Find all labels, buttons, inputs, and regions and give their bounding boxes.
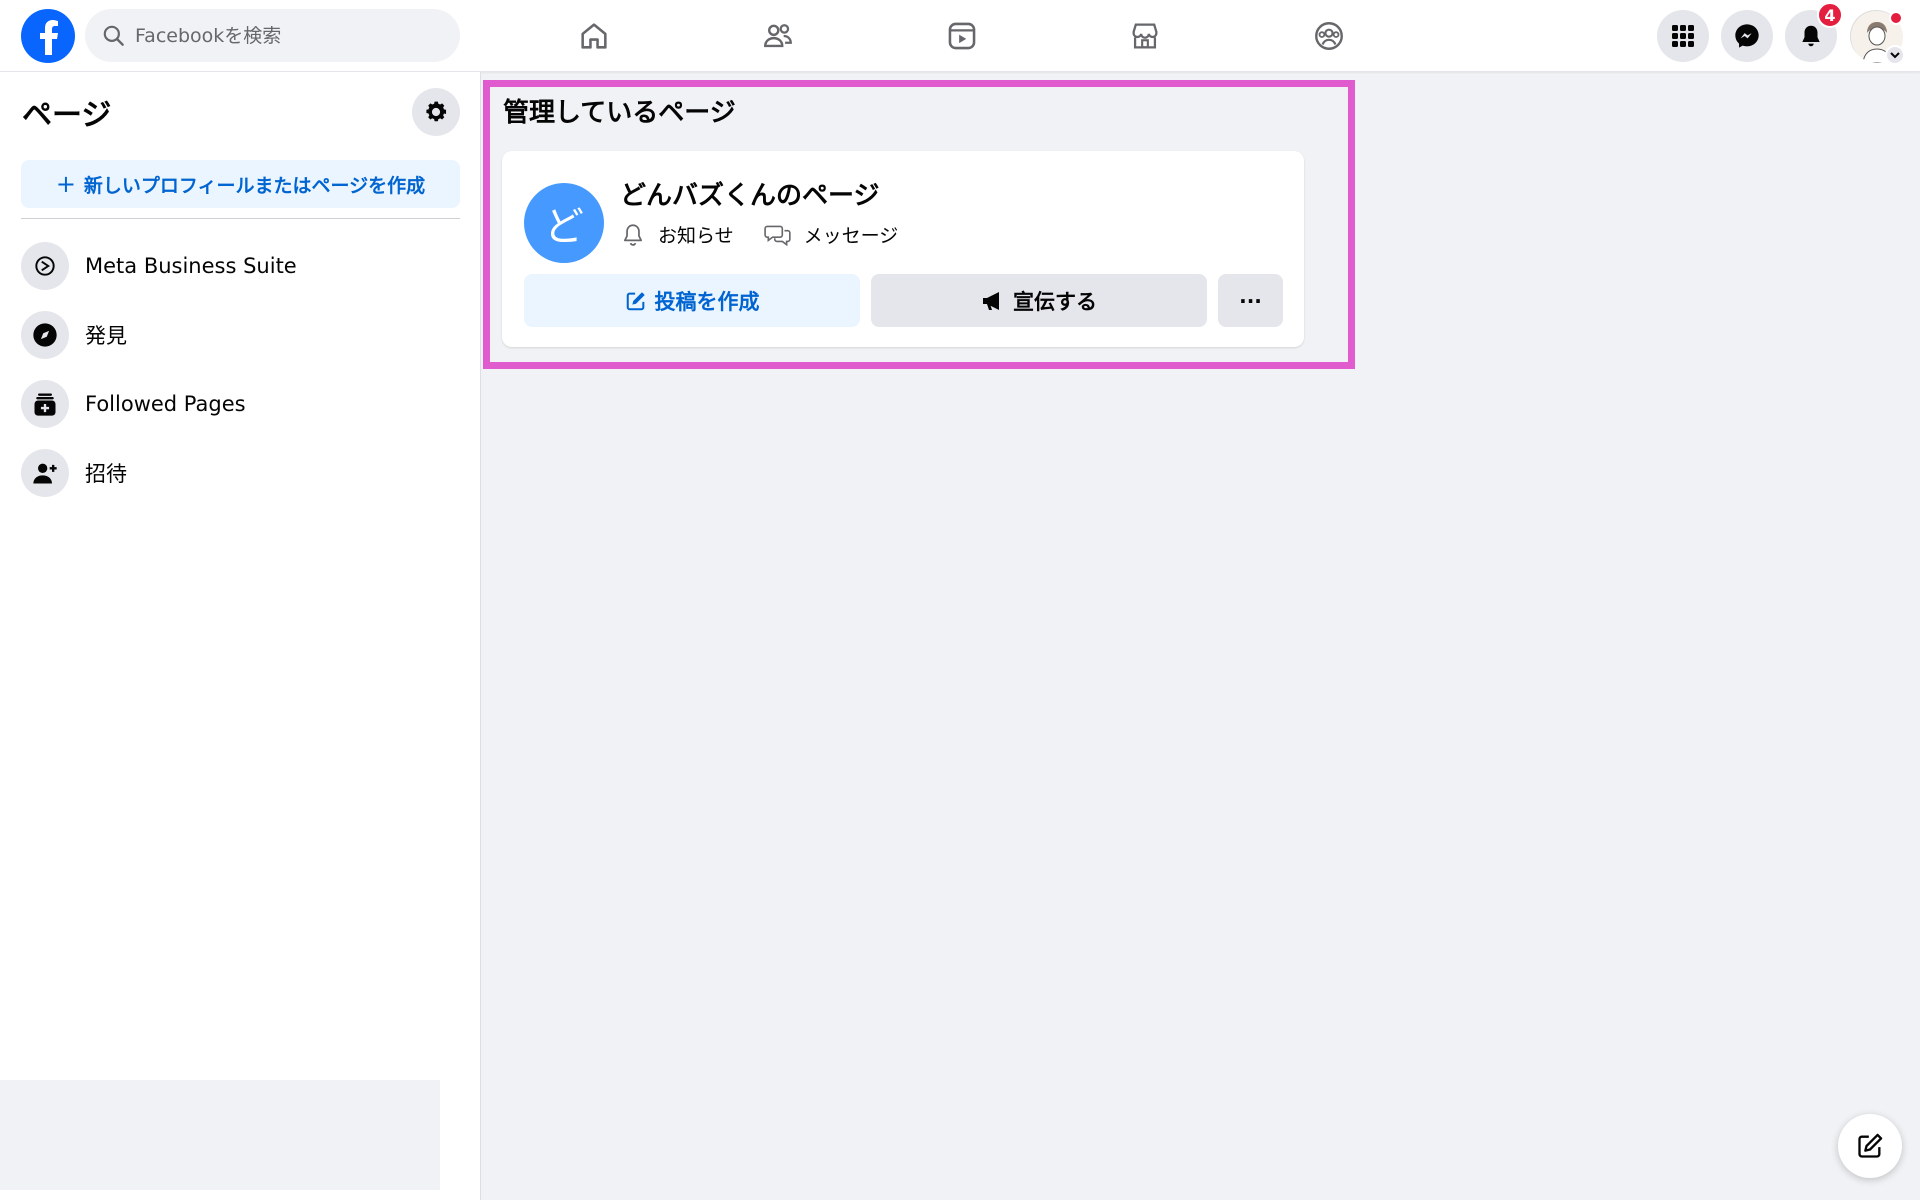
home-icon[interactable] (562, 12, 626, 60)
gear-icon (426, 101, 447, 122)
grid-icon (1672, 25, 1694, 47)
bell-icon (1802, 25, 1820, 47)
search-bar[interactable] (85, 9, 460, 62)
sidebar-footer-area (0, 1080, 440, 1190)
sidebar-item-label: 招待 (85, 462, 127, 486)
sidebar-divider (21, 218, 460, 219)
create-page-label: 新しいプロフィールまたはページを作成 (83, 174, 426, 197)
search-icon (103, 25, 124, 46)
top-navigation-bar: 4 (0, 0, 1920, 72)
highlight-frame (483, 80, 1355, 369)
messenger-button[interactable] (1721, 10, 1773, 62)
create-page-button[interactable]: + 新しいプロフィールまたはページを作成 (21, 160, 460, 208)
sidebar-item-label: Meta Business Suite (85, 254, 297, 278)
sidebar-item-label: Followed Pages (85, 392, 246, 416)
new-message-button[interactable] (1838, 1114, 1902, 1178)
facebook-logo-icon[interactable] (21, 9, 75, 63)
compass-icon (21, 311, 69, 359)
pages-sidebar: ページ + 新しいプロフィールまたはページを作成 Meta Business S… (0, 72, 481, 1200)
notifications-button[interactable]: 4 (1785, 2, 1843, 62)
groups-icon[interactable] (1297, 12, 1361, 60)
sidebar-item-discover[interactable]: 発見 (21, 305, 460, 365)
invite-icon (21, 449, 69, 497)
settings-button[interactable] (412, 88, 460, 136)
friends-icon[interactable] (746, 12, 810, 60)
sidebar-title: ページ (22, 98, 112, 133)
followed-pages-icon (21, 380, 69, 428)
chevron-down-icon[interactable] (1885, 45, 1905, 65)
sidebar-item-invite[interactable]: 招待 (21, 443, 460, 503)
marketplace-icon[interactable] (1113, 12, 1177, 60)
notification-badge: 4 (1817, 2, 1843, 28)
account-avatar[interactable] (1850, 10, 1905, 65)
search-input[interactable] (135, 24, 435, 47)
sidebar-item-label: 発見 (85, 324, 127, 348)
sidebar-item-meta-business-suite[interactable]: Meta Business Suite (21, 236, 460, 296)
status-dot (1889, 11, 1903, 25)
menu-grid-button[interactable] (1657, 10, 1709, 62)
meta-business-suite-icon (21, 242, 69, 290)
compose-icon (1858, 1133, 1883, 1158)
messenger-icon (1735, 24, 1759, 48)
plus-icon: + (55, 170, 76, 198)
sidebar-item-followed-pages[interactable]: Followed Pages (21, 374, 460, 434)
video-reels-icon[interactable] (930, 12, 994, 60)
